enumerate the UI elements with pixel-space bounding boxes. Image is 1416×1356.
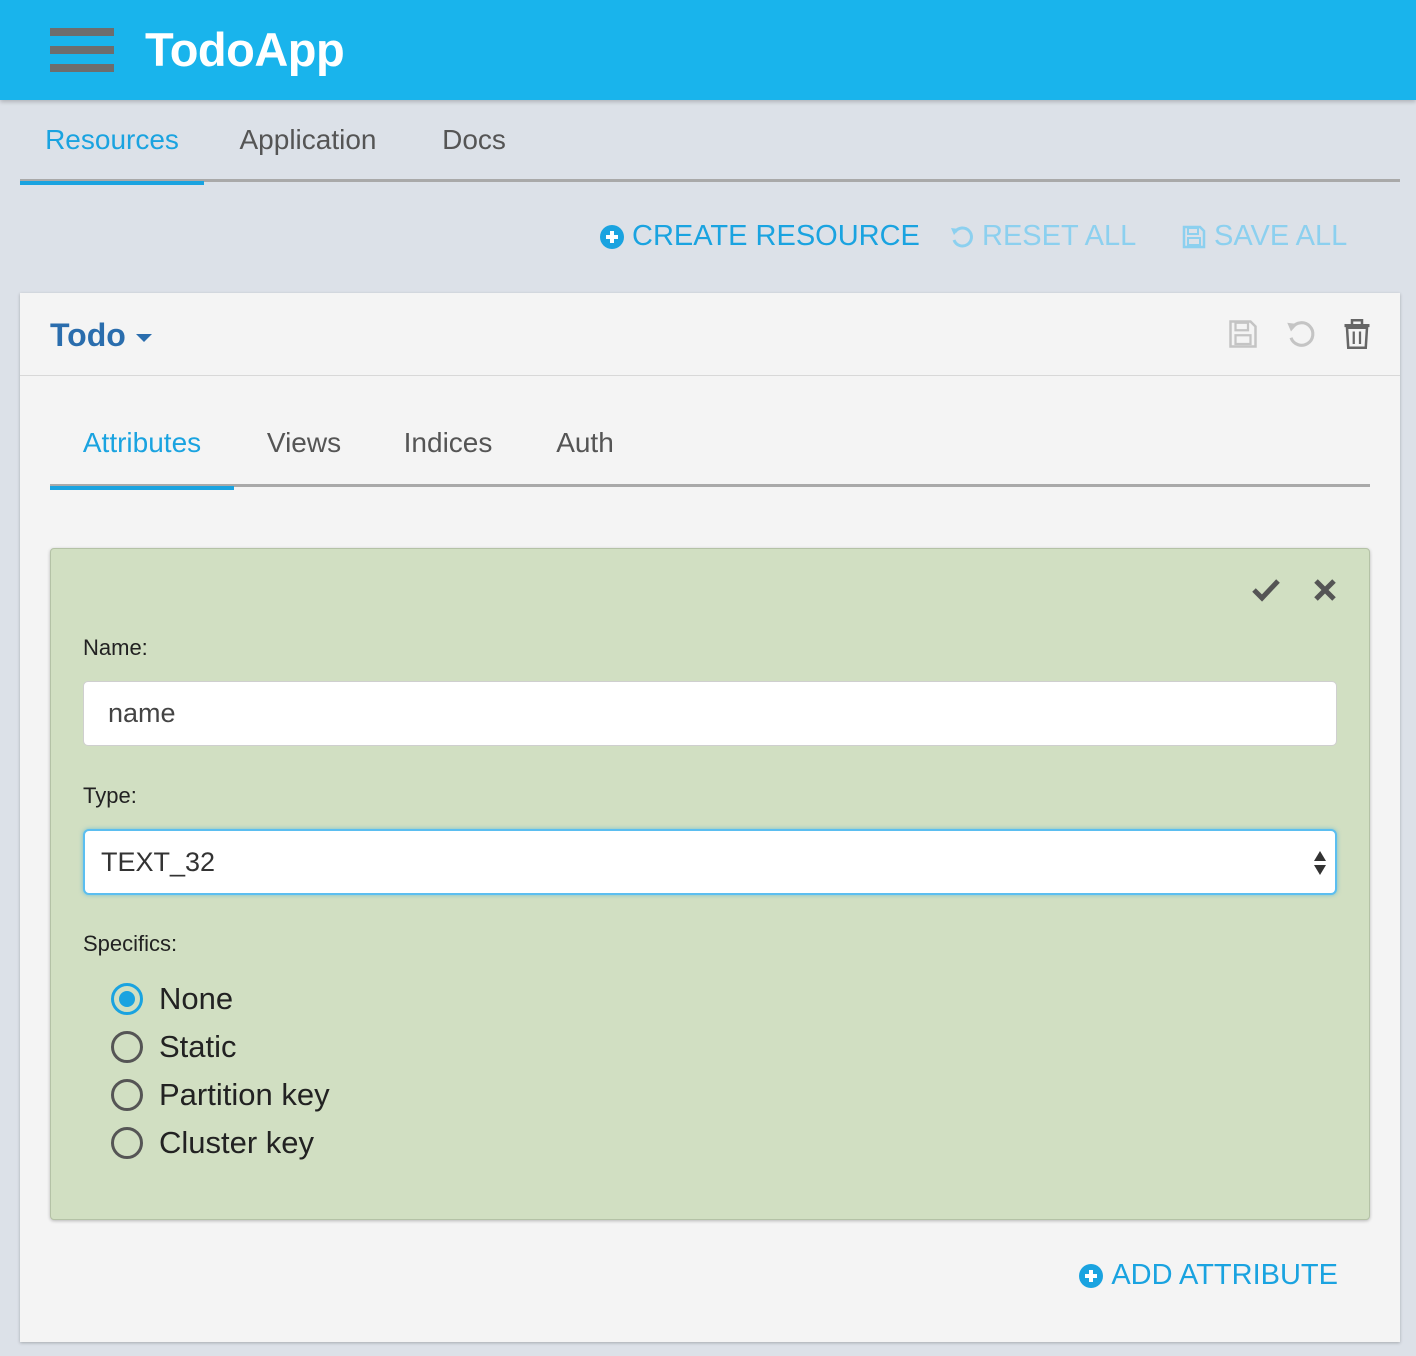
tab-application[interactable]: Application: [204, 100, 412, 182]
save-all-button[interactable]: SAVE ALL: [1182, 220, 1347, 253]
tab-resources[interactable]: Resources: [20, 100, 204, 185]
undo-icon: [951, 226, 973, 247]
app-title: TodoApp: [145, 23, 345, 76]
reset-all-label: RESET ALL: [982, 220, 1137, 252]
create-resource-label: CREATE RESOURCE: [632, 220, 920, 252]
hamburger-icon[interactable]: [50, 28, 114, 72]
check-icon[interactable]: [1251, 577, 1281, 603]
resource-name: Todo: [50, 317, 126, 353]
radio-label: Partition key: [159, 1077, 330, 1112]
attribute-type-select[interactable]: TEXT_32: [83, 829, 1337, 895]
add-attribute-button[interactable]: ADD ATTRIBUTE: [1079, 1259, 1338, 1292]
tab-indices[interactable]: Indices: [374, 401, 522, 487]
reset-all-button[interactable]: RESET ALL: [950, 220, 1136, 253]
attribute-name-input[interactable]: [83, 681, 1337, 746]
radio-button[interactable]: [111, 1127, 143, 1159]
resource-card: Todo Attributes Views Indices Auth Name:…: [20, 293, 1400, 1342]
plus-circle-icon: [1079, 1263, 1104, 1288]
resource-card-header: Todo: [20, 293, 1400, 376]
undo-icon[interactable]: [1286, 319, 1316, 349]
specifics-option-cluster-key[interactable]: Cluster key: [111, 1125, 314, 1161]
tab-attributes[interactable]: Attributes: [50, 401, 234, 490]
radio-label: Static: [159, 1029, 237, 1064]
tab-docs[interactable]: Docs: [412, 100, 536, 182]
specifics-option-none[interactable]: None: [111, 981, 233, 1017]
specifics-label: Specifics:: [83, 931, 178, 956]
select-arrows-icon: [1314, 851, 1326, 875]
add-attribute-label: ADD ATTRIBUTE: [1111, 1259, 1338, 1291]
close-icon[interactable]: [1314, 579, 1336, 601]
specifics-option-static[interactable]: Static: [111, 1029, 237, 1065]
save-all-label: SAVE ALL: [1214, 220, 1348, 252]
main-tabs: Resources Application Docs: [20, 100, 1400, 185]
floppy-disk-icon: [1182, 225, 1206, 248]
app-bar: TodoApp: [0, 0, 1416, 100]
radio-button[interactable]: [111, 1031, 143, 1063]
radio-label: None: [159, 981, 234, 1016]
type-label: Type:: [83, 783, 137, 808]
attribute-type-value: TEXT_32: [101, 847, 216, 877]
name-label: Name:: [83, 635, 148, 660]
resource-tabs: Attributes Views Indices Auth: [50, 401, 1370, 490]
radio-button[interactable]: [111, 983, 143, 1015]
trash-icon[interactable]: [1343, 319, 1371, 349]
tab-auth[interactable]: Auth: [522, 401, 648, 487]
radio-label: Cluster key: [159, 1125, 315, 1160]
radio-button[interactable]: [111, 1079, 143, 1111]
resource-name-dropdown[interactable]: Todo: [50, 317, 152, 354]
plus-circle-icon: [600, 224, 624, 249]
specifics-option-partition-key[interactable]: Partition key: [111, 1077, 330, 1113]
create-resource-button[interactable]: CREATE RESOURCE: [600, 220, 920, 253]
floppy-disk-icon[interactable]: [1228, 319, 1258, 349]
tab-views[interactable]: Views: [234, 401, 374, 487]
attribute-editor-panel: Name: Type: TEXT_32 Specifics: None Stat…: [50, 548, 1370, 1220]
caret-down-icon: [135, 333, 152, 342]
